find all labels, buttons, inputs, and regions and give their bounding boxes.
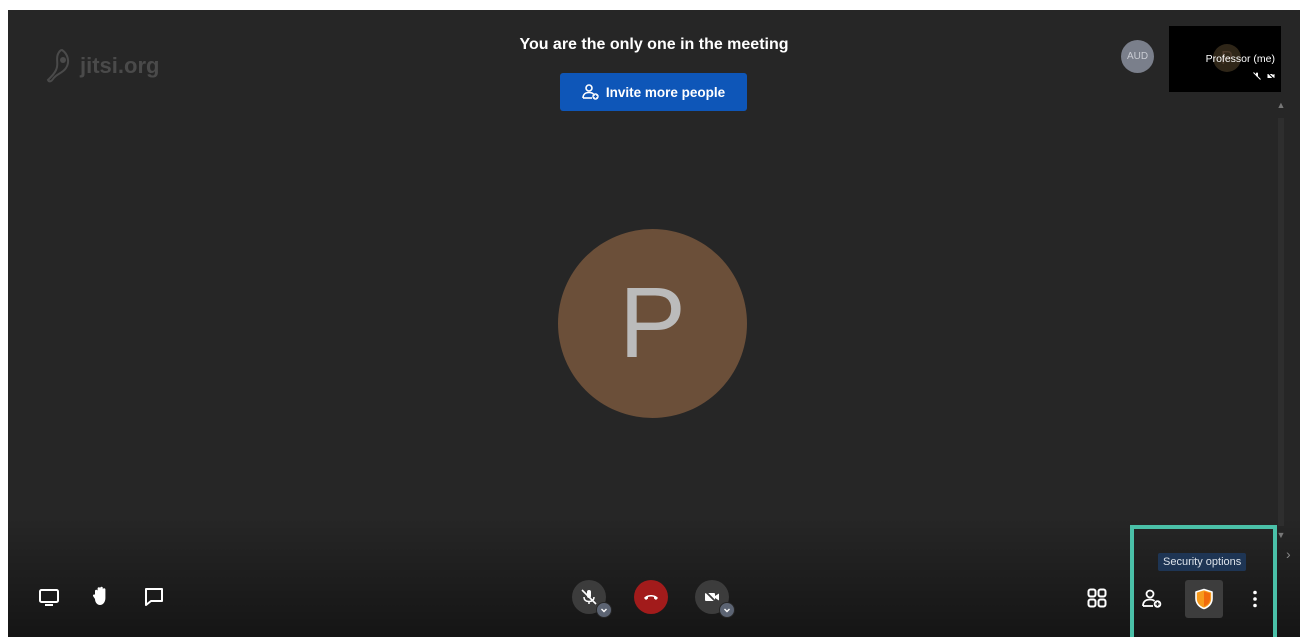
chat-button[interactable] [143, 586, 165, 608]
screen-share-icon [39, 589, 59, 606]
hangup-button[interactable] [634, 580, 668, 614]
raise-hand-icon [92, 586, 106, 605]
add-person-icon [582, 84, 599, 100]
invite-label: Invite more people [605, 84, 726, 100]
participant-avatar: P [558, 229, 747, 418]
raise-hand-button[interactable] [90, 585, 112, 607]
logo-text: jitsi.org [80, 53, 160, 78]
scroll-down-arrow[interactable]: ▼ [1276, 530, 1286, 540]
camera-options-badge[interactable] [719, 602, 735, 618]
mic-off-icon [1253, 72, 1261, 80]
self-video-tile[interactable]: P Professor (me) [1169, 26, 1281, 92]
hangup-icon [644, 595, 658, 600]
participant-initial: P [619, 267, 686, 379]
tile-view-button[interactable] [1086, 587, 1108, 609]
chevron-down-icon [601, 608, 607, 613]
scroll-up-arrow[interactable]: ▲ [1276, 100, 1286, 110]
camera-toggle-button[interactable] [695, 580, 735, 618]
camera-off-icon [704, 590, 719, 605]
security-tooltip: Security options [1158, 553, 1247, 571]
security-options-button[interactable] [1185, 580, 1223, 618]
mute-mic-button[interactable] [572, 580, 612, 618]
tile-view-icon [1087, 588, 1107, 608]
chat-icon [145, 588, 163, 606]
self-name: Professor (me) [1205, 53, 1275, 65]
only-one-notice: You are the only one in the meeting [519, 36, 789, 53]
audience-avatar[interactable]: AUD [1121, 40, 1154, 73]
self-status-icons [1253, 72, 1275, 80]
camera-off-icon [1267, 72, 1275, 80]
toggle-filmstrip-icon[interactable]: › [1286, 546, 1291, 562]
scroll-track[interactable] [1278, 118, 1284, 526]
chevron-down-icon [724, 608, 730, 613]
filmstrip-scrollbar[interactable]: ▲ ▼ [1276, 100, 1286, 540]
shield-icon [1195, 588, 1213, 610]
invite-more-people-button[interactable]: Invite more people [560, 73, 747, 111]
toolbar-gradient [8, 517, 1300, 637]
mic-off-icon [581, 589, 597, 605]
meeting-stage: jitsi.org You are the only one in the me… [8, 10, 1300, 637]
screen-share-button[interactable] [38, 586, 60, 608]
mic-options-badge[interactable] [596, 602, 612, 618]
